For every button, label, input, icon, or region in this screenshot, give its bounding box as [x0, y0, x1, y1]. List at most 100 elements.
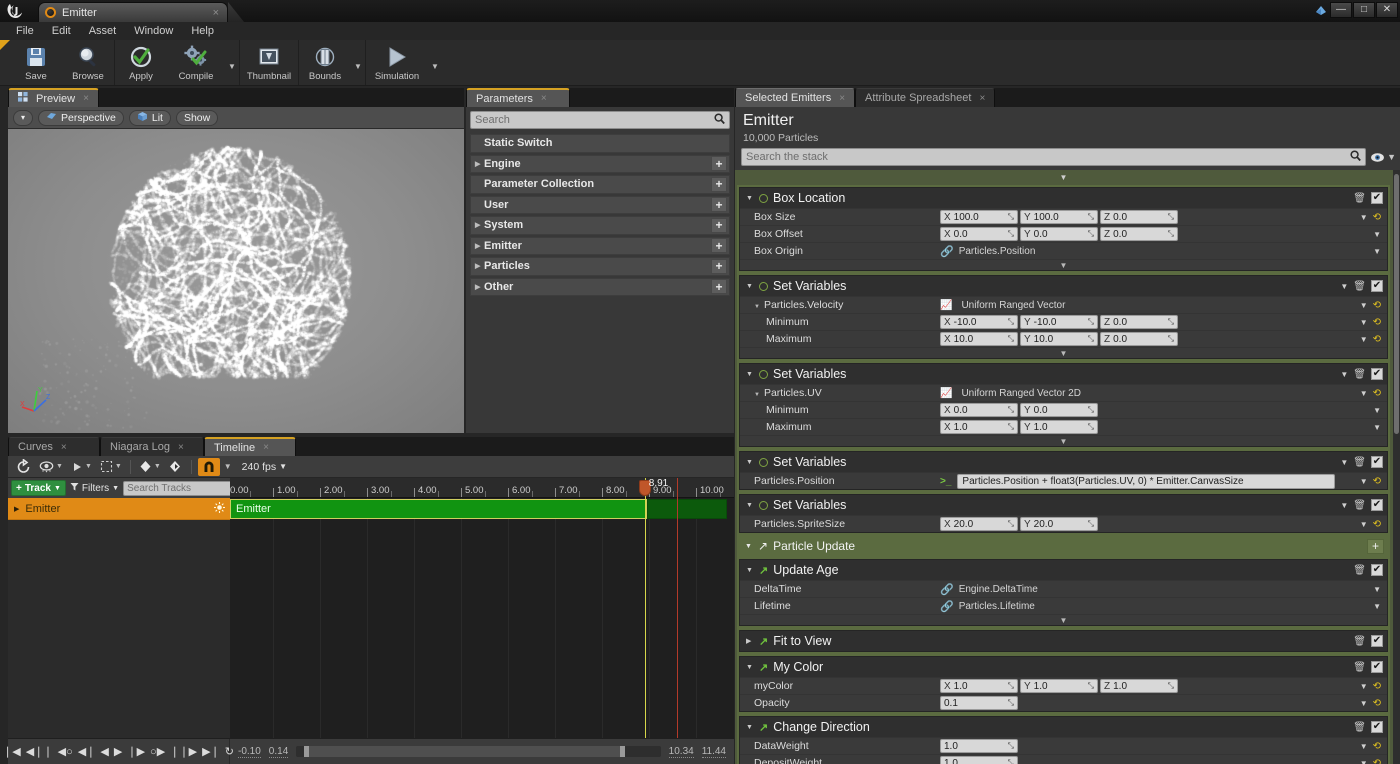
- module-header[interactable]: ▶ ↗ Fit to View 🗑 ✔: [740, 631, 1387, 651]
- expand-arrow-icon[interactable]: ▼: [754, 392, 760, 398]
- drag-handle-icon[interactable]: ⤡: [1168, 229, 1174, 239]
- module-header[interactable]: ▼ Set Variables ▼ 🗑 ✔: [740, 452, 1387, 472]
- add-property-row[interactable]: ▼: [740, 435, 1387, 446]
- numeric-field[interactable]: Y 100.0 ⤡: [1020, 210, 1098, 224]
- parameters-search[interactable]: [470, 111, 730, 129]
- property-row[interactable]: Opacity 0.1 ⤡ ▼ ⟲: [740, 694, 1387, 711]
- diamond-key-icon-button[interactable]: ▼: [137, 460, 163, 473]
- collapse-arrow-icon[interactable]: ▼: [746, 664, 754, 671]
- thumbnail-button[interactable]: Thumbnail: [240, 40, 298, 85]
- numeric-field[interactable]: X 0.0 ⤡: [940, 227, 1018, 241]
- chevron-down-icon[interactable]: ▼: [1360, 318, 1368, 327]
- add-parameter-button[interactable]: +: [711, 217, 727, 233]
- tab-attribute-spreadsheet[interactable]: Attribute Spreadsheet ×: [855, 88, 996, 107]
- drag-handle-icon[interactable]: ⤡: [1008, 519, 1014, 529]
- numeric-field[interactable]: X 0.0 ⤡: [940, 403, 1018, 417]
- chevron-down-icon[interactable]: ▼: [1360, 742, 1368, 751]
- sun-icon[interactable]: [214, 501, 225, 516]
- parameter-row[interactable]: ▶ Particles +: [470, 257, 730, 276]
- close-icon[interactable]: ×: [979, 93, 985, 104]
- snap-options-chevron-icon[interactable]: ▼: [224, 462, 232, 471]
- collapse-arrow-icon[interactable]: ▼: [746, 724, 754, 731]
- numeric-field[interactable]: X 1.0 ⤡: [940, 679, 1018, 693]
- transport-button-9[interactable]: ▶❘: [201, 745, 221, 758]
- show-flags-button[interactable]: Show: [175, 109, 219, 126]
- drag-handle-icon[interactable]: ⤡: [1008, 212, 1014, 222]
- close-icon[interactable]: ×: [541, 93, 547, 104]
- collapse-arrow-icon[interactable]: ▼: [746, 283, 754, 290]
- property-row[interactable]: Lifetime 🔗 Particles.Lifetime ▼: [740, 597, 1387, 614]
- save-button[interactable]: Save: [10, 40, 62, 85]
- reset-icon[interactable]: ⟲: [1373, 519, 1381, 530]
- property-row[interactable]: DepositWeight 1.0 ⤡ ▼ ⟲: [740, 754, 1387, 764]
- transport-button-4[interactable]: ◀: [99, 745, 109, 758]
- drag-handle-icon[interactable]: ⤡: [1008, 334, 1014, 344]
- magnet-icon-button[interactable]: [197, 457, 220, 476]
- stack-search-input[interactable]: [746, 151, 1347, 163]
- add-parameter-button[interactable]: +: [711, 176, 727, 192]
- chevron-down-icon[interactable]: ▼: [1373, 423, 1381, 432]
- close-icon[interactable]: ×: [178, 442, 184, 453]
- tab-curves[interactable]: Curves ×: [8, 437, 100, 456]
- add-property-row[interactable]: ▼: [740, 259, 1387, 270]
- numeric-field[interactable]: Z 0.0 ⤡: [1100, 315, 1178, 329]
- section-header-particle-update[interactable]: ▼ ↗ Particle Update +: [739, 536, 1388, 556]
- property-row[interactable]: myColor X 1.0 ⤡ Y 1.0 ⤡ Z 1.0 ⤡ ▼ ⟲: [740, 677, 1387, 694]
- module-header[interactable]: ▼ ↗ Update Age 🗑 ✔: [740, 560, 1387, 580]
- chevron-down-icon[interactable]: ▼: [1360, 301, 1368, 310]
- drag-handle-icon[interactable]: ⤡: [1088, 212, 1094, 222]
- menu-item-asset[interactable]: Asset: [81, 23, 125, 39]
- transport-button-2[interactable]: ◀○: [57, 745, 74, 758]
- drag-handle-icon[interactable]: ⤡: [1088, 681, 1094, 691]
- timeline-scrollbar[interactable]: [296, 746, 661, 757]
- expand-arrow-icon[interactable]: ▶: [14, 505, 19, 513]
- chevron-down-icon[interactable]: ▼: [1360, 389, 1368, 398]
- delete-icon[interactable]: 🗑: [1353, 457, 1366, 468]
- numeric-field[interactable]: Y -10.0 ⤡: [1020, 315, 1098, 329]
- viewport-options-button[interactable]: ▾: [13, 109, 33, 126]
- linked-parameter[interactable]: 🔗 Particles.Lifetime: [940, 600, 1035, 613]
- chevron-down-icon[interactable]: ▼: [154, 463, 161, 470]
- numeric-field[interactable]: Y 1.0 ⤡: [1020, 420, 1098, 434]
- property-row[interactable]: DataWeight 1.0 ⤡ ▼ ⟲: [740, 737, 1387, 754]
- unreal-cloud-icon[interactable]: [1313, 2, 1329, 18]
- chevron-down-icon[interactable]: ▼: [1340, 501, 1348, 510]
- numeric-field[interactable]: Y 10.0 ⤡: [1020, 332, 1098, 346]
- chevron-down-icon[interactable]: ▼: [1360, 213, 1368, 222]
- numeric-field[interactable]: Z 0.0 ⤡: [1100, 227, 1178, 241]
- reset-icon[interactable]: ⟲: [1373, 681, 1381, 692]
- timeline-clip-emitter[interactable]: Emitter: [230, 499, 647, 519]
- fps-selector[interactable]: 240 fps ▼: [242, 461, 287, 473]
- close-icon[interactable]: ×: [213, 7, 219, 19]
- reset-icon[interactable]: ⟲: [1373, 741, 1381, 752]
- numeric-field[interactable]: X 100.0 ⤡: [940, 210, 1018, 224]
- numeric-field[interactable]: Z 0.0 ⤡: [1100, 332, 1178, 346]
- numeric-field[interactable]: 1.0 ⤡: [940, 756, 1018, 764]
- close-icon[interactable]: ×: [61, 442, 67, 453]
- enable-checkbox[interactable]: ✔: [1371, 192, 1383, 204]
- chevron-down-icon[interactable]: ▼: [1360, 682, 1368, 691]
- tab-niagara-log[interactable]: Niagara Log ×: [100, 437, 204, 456]
- add-property-row[interactable]: ▼: [740, 614, 1387, 625]
- timeline-canvas[interactable]: 0.00 1.00 2.00 3.00 4.00 5.00 6.00 7.00 8.00 9.00…: [230, 478, 734, 738]
- module-header[interactable]: ▼ Set Variables ▼ 🗑 ✔: [740, 276, 1387, 296]
- simulation-button[interactable]: Simulation: [366, 40, 428, 85]
- reset-icon[interactable]: ⟲: [1373, 698, 1381, 709]
- close-window-button[interactable]: ✕: [1376, 1, 1398, 18]
- chevron-down-icon[interactable]: ▼: [1360, 335, 1368, 344]
- property-row[interactable]: Minimum X 0.0 ⤡ Y 0.0 ⤡ ▼: [740, 401, 1387, 418]
- module-header[interactable]: ▼ Set Variables ▼ 🗑 ✔: [740, 495, 1387, 515]
- timeline-playhead[interactable]: [644, 478, 646, 738]
- collapse-arrow-icon[interactable]: ▼: [746, 459, 754, 466]
- delete-icon[interactable]: 🗑: [1353, 369, 1366, 380]
- stack-search[interactable]: [741, 148, 1367, 166]
- drag-handle-icon[interactable]: ⤡: [1168, 334, 1174, 344]
- collapse-arrow-icon[interactable]: ▼: [746, 195, 754, 202]
- chevron-down-icon[interactable]: ▼: [56, 463, 63, 470]
- drag-handle-icon[interactable]: ⤡: [1168, 212, 1174, 222]
- drag-handle-icon[interactable]: ⤡: [1088, 317, 1094, 327]
- property-row[interactable]: Maximum X 1.0 ⤡ Y 1.0 ⤡ ▼: [740, 418, 1387, 435]
- add-module-button[interactable]: +: [1367, 538, 1384, 554]
- drag-handle-icon[interactable]: ⤡: [1008, 681, 1014, 691]
- compile-button[interactable]: Compile: [167, 40, 225, 85]
